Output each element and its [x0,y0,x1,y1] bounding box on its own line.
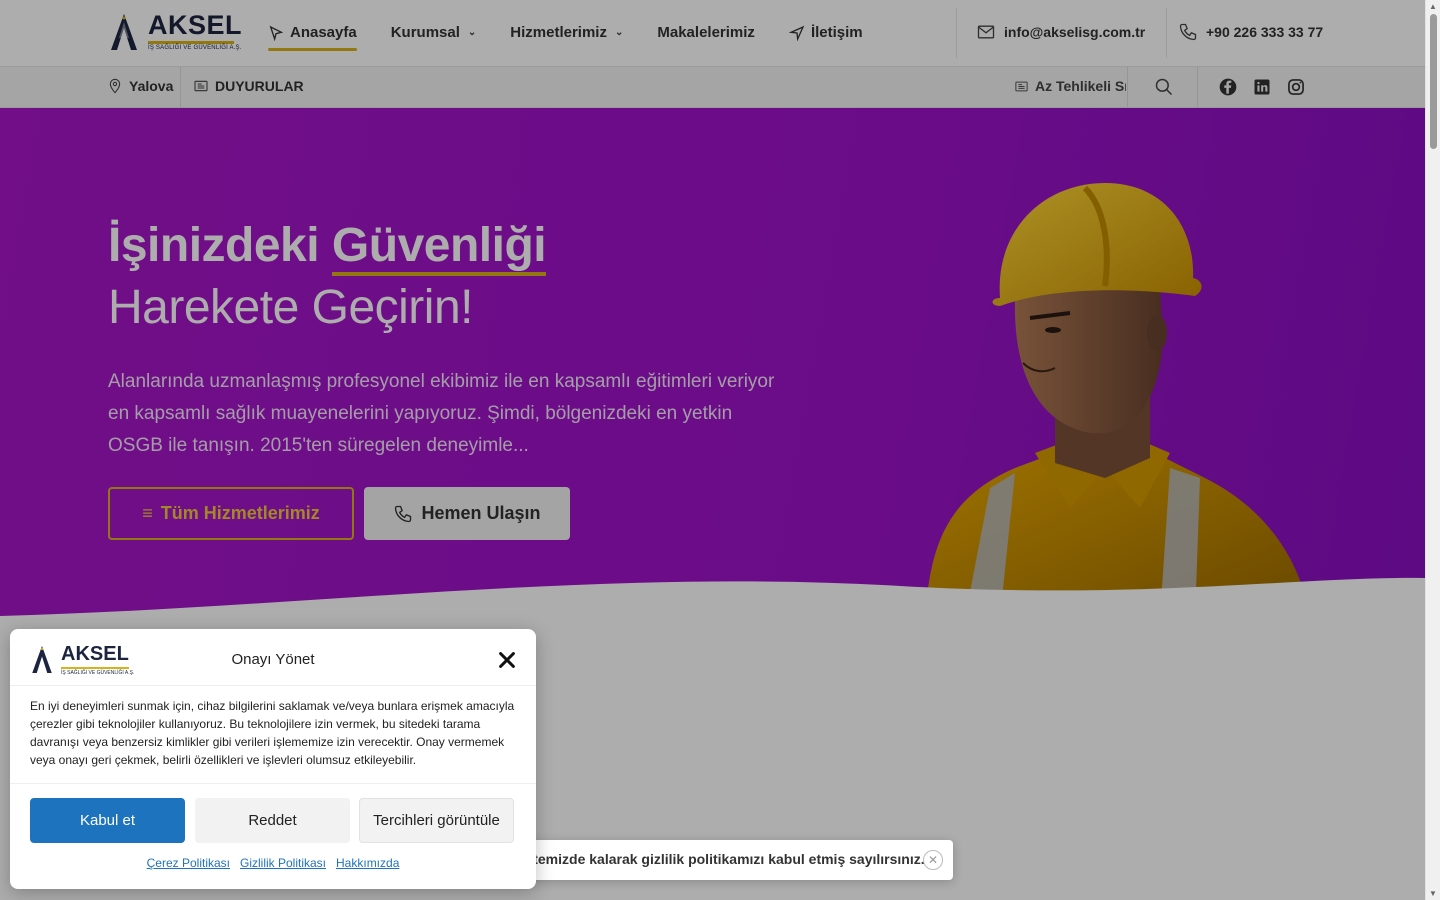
logo-subtitle: İŞ SAĞLIĞI VE GÜVENLİĞİ A.Ş. [148,45,242,51]
close-icon[interactable] [496,649,518,671]
top-header: AKSEL İŞ SAĞLIĞI VE GÜVENLİĞİ A.Ş. Anasa… [0,0,1425,67]
consent-body: En iyi deneyimleri sunmak için, cihaz bi… [30,699,515,767]
linkedin-icon [1254,79,1270,95]
cursor-arrow-icon [269,25,284,41]
cookie-policy-link[interactable]: Çerez Politikası [147,856,230,870]
consent-divider [10,783,536,784]
location-item[interactable]: Yalova [107,78,173,94]
page-scrollbar[interactable]: ▲ ▼ [1425,0,1440,900]
navigation-icon [788,25,805,41]
search-button[interactable] [1152,75,1176,99]
newspaper-icon [1015,81,1028,91]
announcement-ticker[interactable]: Az Tehlikeli Sı [1014,78,1126,94]
all-services-label: Tüm Hizmetlerimiz [160,503,320,523]
hero-subtitle: Harekete Geçirin! [108,281,473,334]
site-logo[interactable]: AKSEL İŞ SAĞLIĞI VE GÜVENLİĞİ A.Ş. [108,10,242,54]
scroll-down-icon[interactable]: ▼ [1429,889,1437,898]
mail-icon [977,25,995,39]
nav-makalelerimiz[interactable]: Makalelerimiz [657,20,755,45]
consent-logo-subtitle: İŞ SAĞLIĞI VE GÜVENLİĞİ A.Ş. [61,670,135,676]
deny-button[interactable]: Reddet [195,798,350,843]
hero-wave [0,577,1425,616]
hero-section: İşinizdeki Güvenliği Harekete Geçirin! A… [0,108,1425,616]
nav-home-label: Anasayfa [290,24,357,41]
subbar-divider [1197,67,1198,108]
logo-underline [148,41,234,44]
main-nav: Anasayfa Kurumsal ⌄ Hizmetlerimiz ⌄ Maka… [268,20,897,51]
newspaper-icon [194,80,208,92]
instagram-link[interactable] [1284,75,1308,99]
scroll-thumb[interactable] [1430,14,1437,149]
announcements-label: DUYURULAR [215,78,304,94]
nav-kurumsal[interactable]: Kurumsal ⌄ [391,20,477,45]
phone-link[interactable]: +90 226 333 33 77 [1178,22,1323,42]
header-divider [956,8,957,58]
consent-divider [10,685,536,686]
subbar-divider [1127,67,1128,108]
privacy-policy-link[interactable]: Gizlilik Politikası [240,856,326,870]
phone-icon [1179,23,1197,41]
nav-makalelerimiz-label: Makalelerimiz [657,24,755,41]
facebook-link[interactable] [1216,75,1240,99]
logo-mark-icon [111,14,137,50]
nav-hizmetlerimiz[interactable]: Hizmetlerimiz ⌄ [510,20,623,45]
email-link[interactable]: info@akselisg.com.tr [976,22,1145,42]
chevron-down-icon: ⌄ [614,27,624,38]
email-text: info@akselisg.com.tr [1004,24,1146,40]
all-services-button[interactable]: ≡ Tüm Hizmetlerimiz [108,487,354,540]
sub-header-bar: Yalova DUYURULAR Az Tehlikeli Sı [0,67,1425,108]
scroll-up-icon[interactable]: ▲ [1429,2,1437,11]
consent-title: Onayı Yönet [231,651,315,668]
contact-now-button[interactable]: Hemen Ulaşın [364,487,570,540]
hero-title-highlight: Güvenliği [331,219,547,272]
location-label: Yalova [129,78,174,94]
view-preferences-button[interactable]: Tercihleri görüntüle [359,798,514,843]
menu-icon: ≡ [142,503,153,523]
toast-text: Sitemizde kalarak gizlilik politikamızı … [520,851,925,867]
map-pin-icon [109,78,121,94]
search-icon [1155,78,1173,96]
hero-title: İşinizdeki Güvenliği [108,218,547,273]
announcements-link[interactable]: DUYURULAR [193,78,304,94]
worker-illustration [925,183,1310,616]
phone-text: +90 226 333 33 77 [1206,24,1324,40]
linkedin-link[interactable] [1250,75,1274,99]
cookie-consent-dialog: AKSEL İŞ SAĞLIĞI VE GÜVENLİĞİ A.Ş. Onayı… [10,629,536,889]
chevron-down-icon: ⌄ [467,27,477,38]
ticker-text: Az Tehlikeli Sı [1035,78,1126,94]
nav-iletisim[interactable]: İletişim [788,20,863,45]
nav-kurumsal-label: Kurumsal [390,24,460,41]
hero-title-part1: İşinizdeki [108,219,320,272]
consent-links: Çerez Politikası Gizlilik Politikası Hak… [10,856,536,870]
accept-button[interactable]: Kabul et [30,798,185,843]
nav-iletisim-label: İletişim [810,24,863,41]
logo-brand: AKSEL [148,10,243,40]
facebook-icon [1219,78,1237,96]
toast-close-icon[interactable]: ✕ [923,850,943,870]
privacy-toast: Sitemizde kalarak gizlilik politikamızı … [472,840,953,880]
hero-description: Alanlarında uzmanlaşmış profesyonel ekib… [108,371,775,456]
phone-icon [395,505,412,522]
nav-home[interactable]: Anasayfa [268,20,357,51]
contact-now-label: Hemen Ulaşın [421,503,541,523]
about-link[interactable]: Hakkımızda [336,856,399,870]
subbar-divider [180,67,181,108]
nav-hizmetlerimiz-label: Hizmetlerimiz [510,24,607,41]
header-divider [1166,8,1167,58]
instagram-icon [1288,79,1304,95]
